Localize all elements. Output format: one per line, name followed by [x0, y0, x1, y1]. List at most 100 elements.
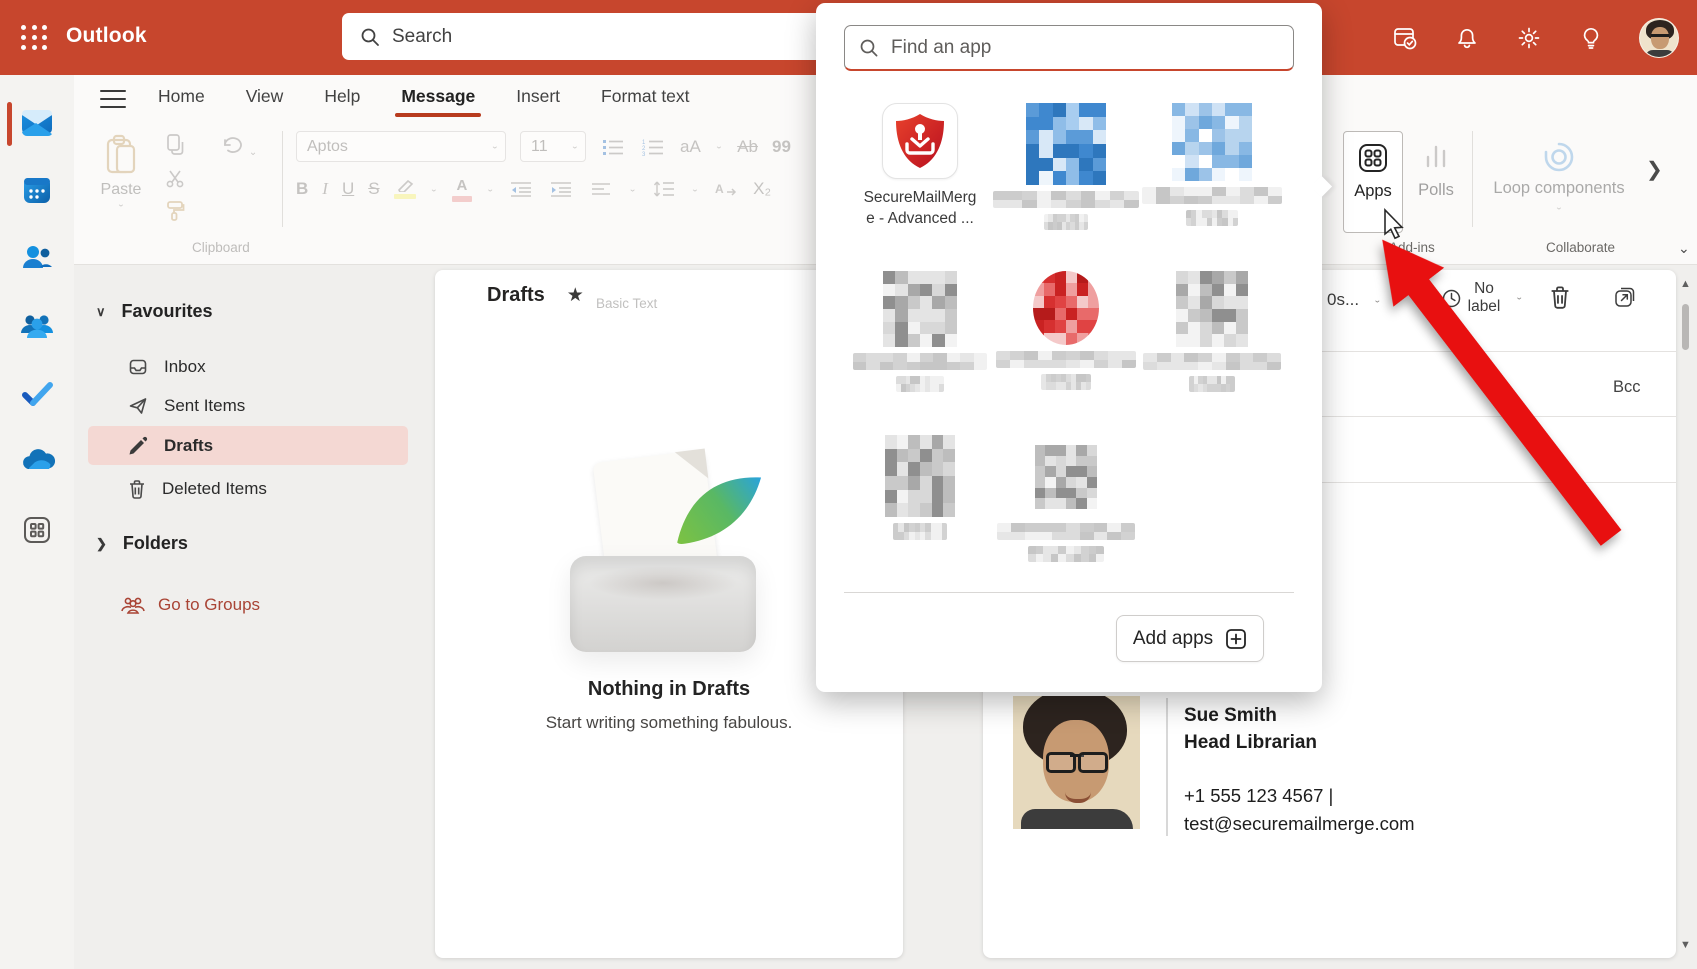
app-securemailmerge[interactable]: SecureMailMerg e - Advanced ... — [847, 103, 993, 230]
clear-formatting-icon[interactable]: Ab — [737, 137, 758, 157]
sidebar-item-inbox[interactable]: Inbox — [88, 347, 408, 386]
strikethrough-button[interactable]: S — [368, 179, 379, 199]
rail-calendar-icon[interactable] — [0, 161, 74, 219]
tab-format-text[interactable]: Format text — [599, 82, 692, 117]
go-to-groups-link[interactable]: Go to Groups — [120, 595, 260, 615]
tips-lightbulb-icon[interactable] — [1577, 24, 1605, 52]
font-name-select[interactable]: Aptos⌄ — [296, 131, 506, 162]
cut-scissors-icon[interactable] — [162, 166, 188, 192]
italic-button[interactable]: I — [322, 179, 328, 199]
apps-button[interactable]: Apps — [1343, 131, 1403, 233]
chevron-down-icon[interactable]: ∨ — [96, 304, 106, 320]
redacted-app-label — [1143, 353, 1281, 370]
undo-icon[interactable] — [218, 132, 244, 158]
redacted-app-icon — [883, 271, 957, 347]
folder-pane-toggle-icon[interactable] — [100, 90, 126, 108]
truncated-options-dropdown[interactable]: 0s...⌄ — [1327, 290, 1382, 310]
app-redacted[interactable] — [847, 271, 993, 392]
chevron-down-icon[interactable]: ⌄ — [249, 147, 257, 158]
line-spacing-icon[interactable] — [651, 176, 677, 202]
sidebar-item-drafts[interactable]: Drafts — [88, 426, 408, 465]
signature-email[interactable]: test@securemailmerge.com — [1184, 810, 1415, 838]
settings-gear-icon[interactable] — [1515, 24, 1543, 52]
add-apps-button[interactable]: Add apps — [1116, 615, 1264, 662]
increase-indent-icon[interactable] — [548, 176, 574, 202]
app-redacted[interactable] — [993, 271, 1139, 392]
redacted-app-icon — [1172, 103, 1252, 181]
app-redacted[interactable] — [1139, 103, 1285, 230]
search-icon — [859, 38, 879, 58]
redacted-app-label — [896, 376, 944, 392]
bold-button[interactable]: B — [296, 179, 308, 199]
tab-home[interactable]: Home — [156, 82, 207, 117]
rail-mail-icon[interactable] — [0, 93, 74, 151]
redacted-app-icon — [1026, 103, 1106, 185]
highlight-button[interactable] — [394, 180, 416, 199]
schedule-send-clock-icon[interactable] — [1441, 288, 1462, 309]
bullet-list-icon[interactable] — [600, 134, 626, 160]
favourite-star-icon[interactable]: ★ — [567, 284, 584, 307]
decrease-indent-icon[interactable] — [508, 176, 534, 202]
label-dropdown[interactable]: No label — [1461, 280, 1507, 316]
chevron-down-icon[interactable]: ⌄ — [1515, 293, 1523, 302]
drafts-pencil-icon — [128, 436, 148, 456]
numbered-list-icon[interactable]: 123 — [640, 134, 666, 160]
redacted-app-label — [1142, 187, 1282, 204]
svg-text:A: A — [715, 182, 724, 196]
quote-icon[interactable]: 99 — [772, 137, 791, 157]
text-direction-icon[interactable]: A — [713, 176, 739, 202]
app-redacted[interactable] — [993, 435, 1139, 562]
rail-groups-icon[interactable] — [0, 297, 74, 355]
sidebar-item-deleted-items[interactable]: Deleted Items — [88, 469, 408, 508]
copy-icon[interactable] — [162, 131, 188, 157]
find-app-search[interactable] — [844, 25, 1294, 71]
scroll-down-icon[interactable]: ▼ — [1679, 939, 1692, 951]
ribbon-collapse-chevron-icon[interactable]: ⌄ — [1678, 240, 1690, 257]
font-color-button[interactable]: A — [452, 177, 472, 202]
app-redacted[interactable] — [1139, 271, 1285, 392]
loop-components-button[interactable]: Loop components ⌄ — [1484, 131, 1634, 213]
align-icon[interactable] — [588, 176, 614, 202]
tab-help[interactable]: Help — [322, 82, 362, 117]
search-input[interactable] — [392, 26, 772, 48]
drafts-panel-title: Drafts — [487, 284, 545, 307]
paste-button[interactable]: Paste ⌄ — [90, 133, 152, 229]
font-size-select[interactable]: 11⌄ — [520, 131, 586, 162]
underline-button[interactable]: U — [342, 179, 354, 199]
app-title: Outlook — [66, 24, 147, 48]
folders-header[interactable]: ❯ Folders — [96, 533, 188, 554]
scroll-up-icon[interactable]: ▲ — [1679, 278, 1692, 290]
rail-people-icon[interactable] — [0, 229, 74, 287]
subscript-button[interactable]: X₂ — [753, 179, 771, 199]
securemailmerge-shield-icon — [882, 103, 958, 179]
redacted-app-icon — [1033, 271, 1099, 345]
rail-onedrive-icon[interactable] — [0, 433, 74, 491]
change-case-button[interactable]: aA — [680, 137, 701, 157]
sidebar-item-sent-items[interactable]: Sent Items — [88, 386, 408, 425]
polls-button[interactable]: Polls — [1408, 131, 1464, 233]
find-app-input[interactable] — [891, 37, 1251, 59]
chevron-right-icon[interactable]: ❯ — [96, 536, 107, 552]
open-in-new-window-icon[interactable] — [1613, 285, 1637, 309]
rail-todo-icon[interactable] — [0, 365, 74, 423]
paste-label: Paste — [101, 181, 142, 199]
bcc-button[interactable]: Bcc — [1613, 378, 1641, 397]
chevron-down-icon[interactable]: ⌄ — [715, 142, 723, 151]
redacted-app-label — [997, 523, 1135, 540]
ribbon-overflow-chevron-icon[interactable]: ❯ — [1646, 157, 1663, 182]
tab-message[interactable]: Message — [399, 82, 477, 117]
tab-insert[interactable]: Insert — [514, 82, 562, 117]
account-avatar[interactable] — [1639, 18, 1679, 58]
format-painter-icon[interactable] — [162, 198, 188, 224]
favourites-header[interactable]: ∨ Favourites — [96, 301, 213, 322]
rail-more-apps-icon[interactable] — [0, 501, 74, 559]
tab-view[interactable]: View — [244, 82, 286, 117]
notifications-bell-icon[interactable] — [1453, 24, 1481, 52]
discard-trash-icon[interactable] — [1549, 285, 1571, 309]
scrollbar-thumb[interactable] — [1682, 304, 1689, 350]
app-redacted[interactable] — [993, 103, 1139, 230]
vertical-scrollbar[interactable]: ▲ ▼ — [1679, 278, 1692, 951]
app-redacted[interactable] — [847, 435, 993, 562]
app-launcher-waffle-icon[interactable] — [18, 22, 52, 54]
notes-check-icon[interactable] — [1391, 24, 1419, 52]
